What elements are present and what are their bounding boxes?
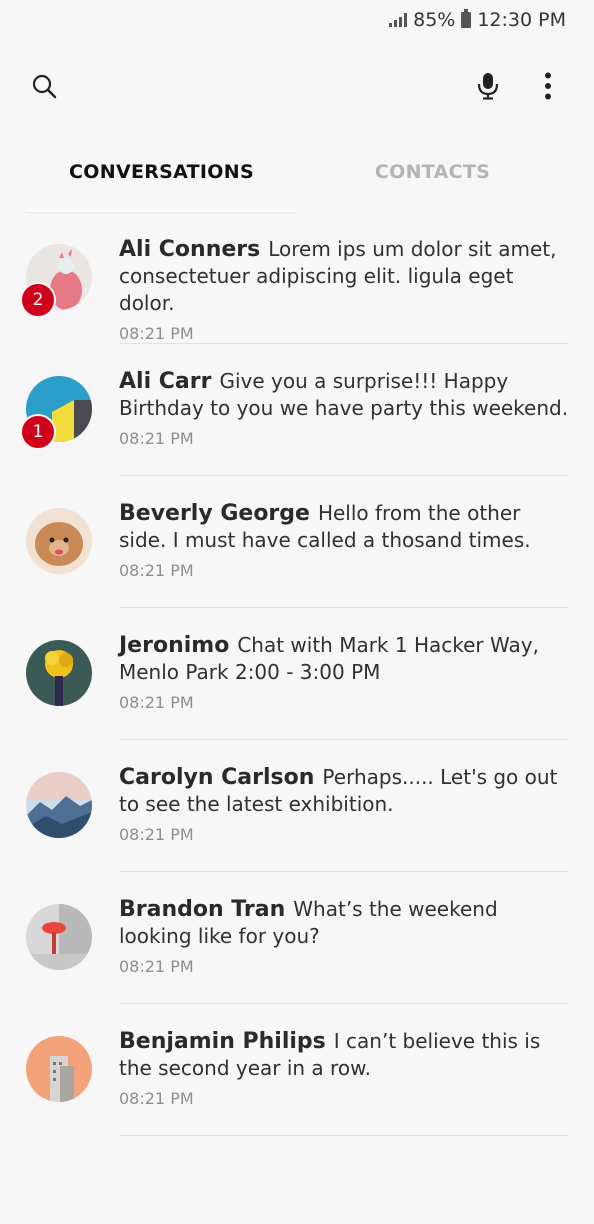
divider (119, 1135, 568, 1136)
tab-contacts[interactable]: CONTACTS (297, 150, 568, 194)
contact-name: Ali Conners (119, 237, 261, 262)
contact-name: Jeronimo (119, 633, 230, 658)
avatar (26, 772, 92, 838)
avatar (26, 508, 92, 574)
contact-name: Brandon Tran (119, 897, 286, 922)
timestamp: 08:21 PM (119, 1089, 194, 1108)
toolbar (0, 60, 594, 112)
avatar (26, 640, 92, 706)
more-vertical-icon (545, 72, 551, 100)
unread-badge: 2 (20, 282, 56, 318)
search-button[interactable] (26, 68, 62, 104)
conversation-row[interactable]: 2 Ali Conners Lorem ips um dolor sit amet… (0, 212, 594, 344)
contact-name: Ali Carr (119, 369, 212, 394)
battery-percent: 85% (413, 9, 456, 31)
signal-icon (389, 13, 408, 27)
avatar (26, 1036, 92, 1102)
more-options-button[interactable] (530, 68, 566, 104)
search-icon (32, 74, 57, 99)
contact-name: Beverly George (119, 501, 310, 526)
conversation-row[interactable]: 1 Ali Carr Give you a surprise!!! Happy B… (0, 344, 594, 476)
tab-conversations[interactable]: CONVERSATIONS (26, 150, 297, 194)
timestamp: 08:21 PM (119, 957, 194, 976)
battery-icon (461, 9, 472, 28)
conversation-row[interactable]: Brandon Tran What’s the weekend looking l… (0, 872, 594, 1004)
contact-name: Carolyn Carlson (119, 765, 315, 790)
timestamp: 08:21 PM (119, 825, 194, 844)
timestamp: 08:21 PM (119, 429, 194, 448)
conversation-row[interactable]: Benjamin Philips I can’t believe this is … (0, 1004, 594, 1136)
voice-search-button[interactable] (470, 68, 506, 104)
timestamp: 08:21 PM (119, 693, 194, 712)
conversation-row[interactable]: Jeronimo Chat with Mark 1 Hacker Way, Men… (0, 608, 594, 740)
avatar (26, 904, 92, 970)
conversation-row[interactable]: Carolyn Carlson Perhaps..... Let's go out… (0, 740, 594, 872)
unread-badge: 1 (20, 414, 56, 450)
tab-bar: CONVERSATIONS CONTACTS (26, 150, 568, 212)
timestamp: 08:21 PM (119, 324, 194, 343)
conversation-list: 2 Ali Conners Lorem ips um dolor sit amet… (0, 212, 594, 1136)
conversation-row[interactable]: Beverly George Hello from the other side.… (0, 476, 594, 608)
status-bar: 85% 12:30 PM (389, 0, 566, 40)
timestamp: 08:21 PM (119, 561, 194, 580)
contact-name: Benjamin Philips (119, 1029, 326, 1054)
microphone-icon (477, 73, 499, 100)
clock: 12:30 PM (477, 9, 566, 31)
